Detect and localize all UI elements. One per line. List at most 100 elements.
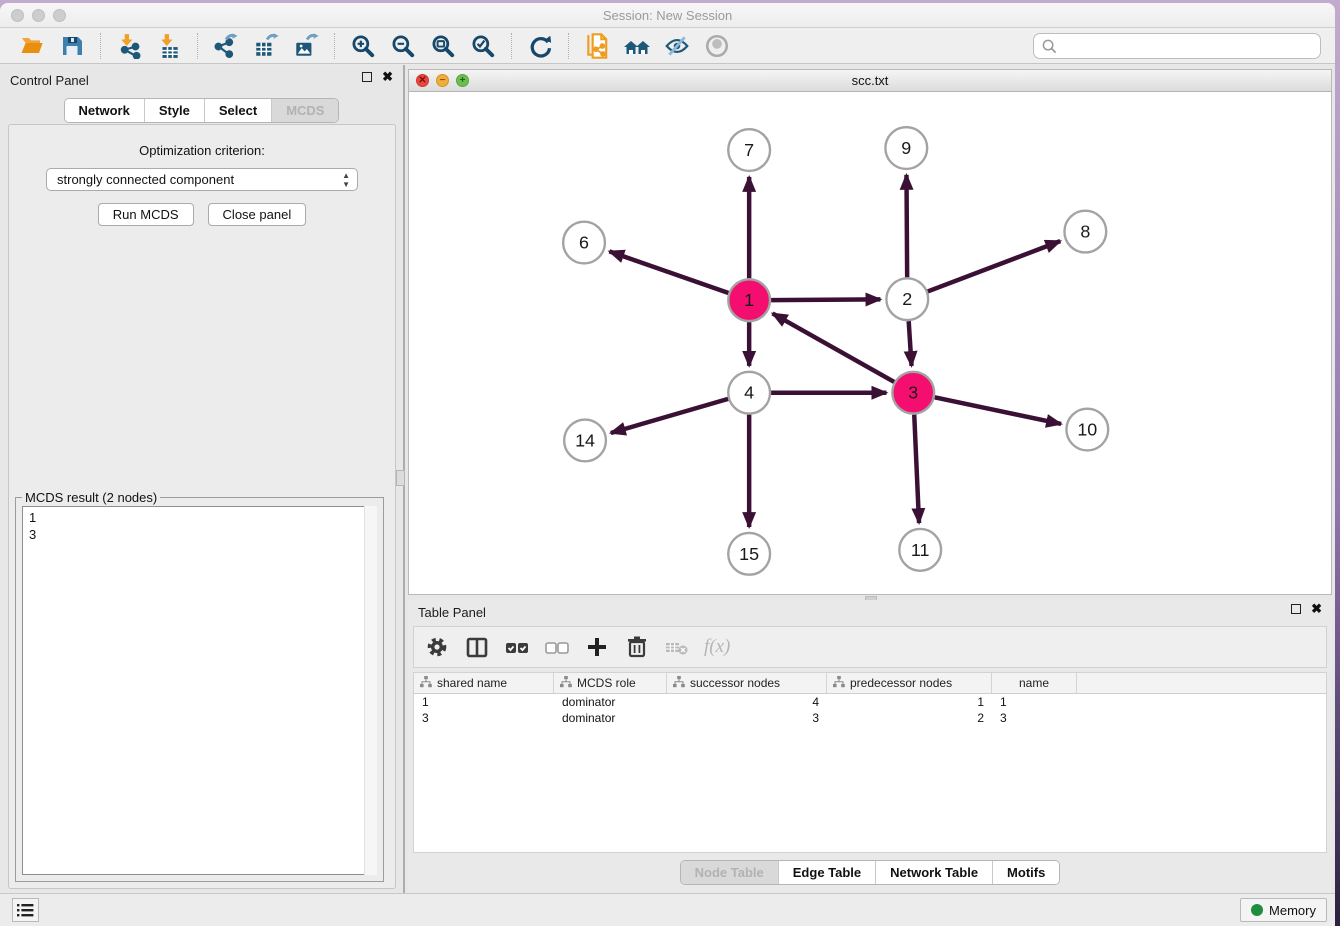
search-area: [1033, 33, 1321, 59]
table-tab-motifs[interactable]: Motifs: [992, 861, 1059, 884]
cell-shared-name: 1: [414, 695, 554, 709]
minimize-window-button[interactable]: [32, 9, 45, 22]
select-all-icon[interactable]: [504, 634, 530, 660]
edge-4-14[interactable]: [611, 399, 728, 433]
close-window-button[interactable]: [11, 9, 24, 22]
open-session-icon[interactable]: [17, 32, 47, 60]
mcds-result-group: MCDS result (2 nodes) 13: [15, 497, 384, 882]
column-header-predecessor-nodes[interactable]: predecessor nodes: [827, 673, 992, 693]
network-minimize-icon[interactable]: −: [436, 74, 449, 87]
column-header-MCDS-role[interactable]: MCDS role: [554, 673, 667, 693]
hide-selected-icon[interactable]: [662, 32, 692, 60]
edge-2-3[interactable]: [909, 321, 912, 366]
run-mcds-button[interactable]: Run MCDS: [98, 203, 194, 226]
split-view-icon[interactable]: [464, 634, 490, 660]
optimization-criterion-label: Optimization criterion:: [9, 143, 395, 158]
table-tab-node-table[interactable]: Node Table: [681, 861, 778, 884]
mcds-result-text[interactable]: 13: [22, 506, 377, 875]
network-canvas[interactable]: 7968124314101511: [409, 92, 1331, 594]
table-settings-icon[interactable]: [424, 634, 450, 660]
edge-3-10[interactable]: [935, 397, 1061, 424]
zoom-in-icon[interactable]: [348, 32, 378, 60]
table-tabs: Node TableEdge TableNetwork TableMotifs: [408, 860, 1332, 885]
show-all-icon: [702, 32, 732, 60]
float-table-panel-icon[interactable]: [1291, 604, 1301, 614]
clone-network-icon[interactable]: [582, 32, 612, 60]
network-close-icon[interactable]: ✕: [416, 74, 429, 87]
export-network-icon[interactable]: [211, 32, 241, 60]
column-type-icon: [560, 676, 572, 691]
task-history-button[interactable]: [12, 898, 39, 922]
graph-node-label: 15: [739, 544, 759, 564]
table-tab-network-table[interactable]: Network Table: [875, 861, 992, 884]
table-toolbar: f(x): [413, 626, 1327, 668]
zoom-out-icon[interactable]: [388, 32, 418, 60]
graph-node-label: 6: [579, 233, 589, 253]
graph-node-label: 2: [902, 289, 912, 309]
control-panel-tabs: NetworkStyleSelectMCDS: [0, 98, 403, 123]
tab-select[interactable]: Select: [204, 99, 271, 122]
network-graph[interactable]: 7968124314101511: [409, 92, 1331, 594]
edge-3-11[interactable]: [914, 415, 919, 523]
table-row[interactable]: 1dominator411: [414, 694, 1326, 710]
memory-label: Memory: [1269, 903, 1316, 918]
result-scrollbar[interactable]: [364, 506, 377, 875]
import-network-icon[interactable]: [114, 32, 144, 60]
tab-mcds[interactable]: MCDS: [271, 99, 338, 122]
table-tab-edge-table[interactable]: Edge Table: [778, 861, 875, 884]
control-panel-header: Control Panel ✖: [0, 68, 403, 92]
toolbar-separator: [197, 33, 198, 59]
first-neighbors-icon[interactable]: [622, 32, 652, 60]
import-table-icon[interactable]: [154, 32, 184, 60]
add-column-icon[interactable]: [584, 634, 610, 660]
column-header-successor-nodes[interactable]: successor nodes: [667, 673, 827, 693]
toolbar-separator: [511, 33, 512, 59]
search-input[interactable]: [1058, 36, 1320, 56]
graph-node-label: 14: [575, 430, 595, 450]
tab-network[interactable]: Network: [65, 99, 144, 122]
close-table-panel-icon[interactable]: ✖: [1311, 604, 1322, 614]
control-panel: Control Panel ✖ NetworkStyleSelectMCDS O…: [0, 68, 403, 893]
graph-node-label: 7: [744, 140, 754, 160]
apply-layout-icon[interactable]: [525, 32, 555, 60]
edge-2-8[interactable]: [928, 241, 1060, 291]
close-panel-icon[interactable]: ✖: [382, 72, 393, 82]
status-bar: Memory: [0, 893, 1335, 926]
edge-2-9[interactable]: [906, 175, 907, 277]
result-line: 3: [29, 526, 376, 543]
column-header-shared-name[interactable]: shared name: [414, 673, 554, 693]
edge-3-1[interactable]: [773, 313, 895, 382]
float-panel-icon[interactable]: [362, 72, 372, 82]
delete-column-icon[interactable]: [624, 634, 650, 660]
function-builder-icon: f(x): [704, 636, 730, 658]
mcds-panel: Optimization criterion: strongly connect…: [8, 124, 396, 889]
criterion-dropdown[interactable]: strongly connected component ▲▼: [46, 168, 358, 191]
dropdown-stepper-icon: ▲▼: [342, 171, 350, 189]
memory-status-icon: [1251, 904, 1263, 916]
table-row[interactable]: 3dominator323: [414, 710, 1326, 726]
zoom-fit-icon[interactable]: [428, 32, 458, 60]
edge-1-6[interactable]: [609, 251, 728, 293]
cell-shared-name: 3: [414, 711, 554, 725]
graph-node-label: 9: [901, 138, 911, 158]
export-table-icon[interactable]: [251, 32, 281, 60]
tab-style[interactable]: Style: [144, 99, 204, 122]
export-image-icon[interactable]: [291, 32, 321, 60]
result-line: 1: [29, 509, 376, 526]
search-field[interactable]: [1033, 33, 1321, 59]
vertical-splitter-handle[interactable]: [396, 470, 405, 486]
criterion-value: strongly connected component: [57, 172, 234, 187]
zoom-selected-icon[interactable]: [468, 32, 498, 60]
cell-predecessor-nodes: 2: [827, 711, 992, 725]
edge-1-2[interactable]: [771, 299, 880, 300]
maximize-window-button[interactable]: [53, 9, 66, 22]
memory-button[interactable]: Memory: [1240, 898, 1327, 922]
column-header-name[interactable]: name: [992, 673, 1077, 693]
cell-MCDS-role: dominator: [554, 695, 667, 709]
close-panel-button[interactable]: Close panel: [208, 203, 307, 226]
node-table[interactable]: shared nameMCDS rolesuccessor nodesprede…: [413, 672, 1327, 853]
save-session-icon[interactable]: [57, 32, 87, 60]
deselect-all-icon[interactable]: [544, 634, 570, 660]
network-maximize-icon[interactable]: +: [456, 74, 469, 87]
cell-successor-nodes: 4: [667, 695, 827, 709]
